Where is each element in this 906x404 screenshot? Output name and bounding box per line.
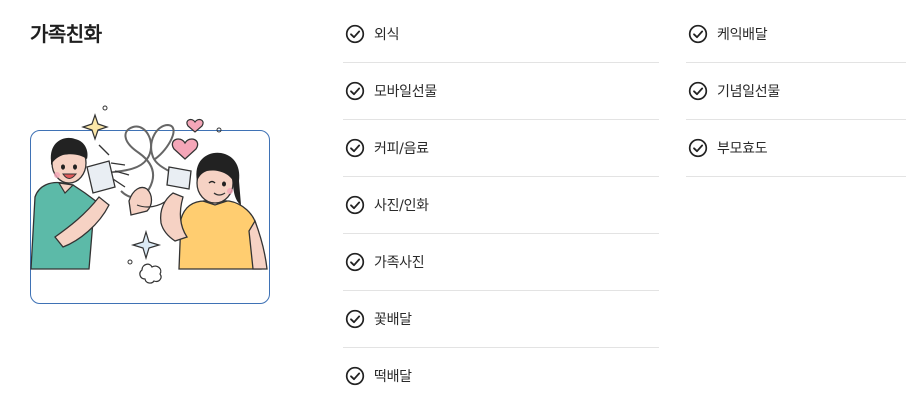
category-item-mobile-gift[interactable]: 모바일선물 <box>343 63 659 120</box>
check-circle-icon <box>345 24 365 44</box>
category-item-dining[interactable]: 외식 <box>343 6 659 63</box>
category-label: 가족사진 <box>374 255 425 271</box>
category-item-parents-care[interactable]: 부모효도 <box>686 120 906 177</box>
check-circle-icon <box>688 138 708 158</box>
check-circle-icon <box>345 309 365 329</box>
check-circle-icon <box>345 138 365 158</box>
check-circle-icon <box>688 81 708 101</box>
family-illustration <box>29 101 271 305</box>
check-circle-icon <box>345 195 365 215</box>
category-item-family-photo[interactable]: 가족사진 <box>343 234 659 291</box>
string-phone-couple-illustration <box>30 105 268 284</box>
category-label: 기념일선물 <box>717 84 780 100</box>
category-label: 사진/인화 <box>374 198 429 214</box>
category-item-rice-cake-delivery[interactable]: 떡배달 <box>343 348 659 404</box>
category-label: 부모효도 <box>717 141 768 157</box>
category-item-photo-print[interactable]: 사진/인화 <box>343 177 659 234</box>
category-item-flower-delivery[interactable]: 꽃배달 <box>343 291 659 348</box>
check-circle-icon <box>688 24 708 44</box>
check-circle-icon <box>345 366 365 386</box>
category-label: 모바일선물 <box>374 84 437 100</box>
category-column-2: 케익배달 기념일선물 부모효도 <box>686 6 906 177</box>
category-item-coffee[interactable]: 커피/음료 <box>343 120 659 177</box>
check-circle-icon <box>345 252 365 272</box>
section-title: 가족친화 <box>30 22 102 46</box>
category-label: 떡배달 <box>374 369 412 385</box>
category-item-cake-delivery[interactable]: 케익배달 <box>686 6 906 63</box>
category-label: 커피/음료 <box>374 141 429 157</box>
category-label: 케익배달 <box>717 27 768 43</box>
check-circle-icon <box>345 81 365 101</box>
category-column-1: 외식 모바일선물 커피/음료 사진/인화 가족사진 꽃배달 떡배달 <box>343 6 659 404</box>
category-label: 외식 <box>374 27 400 43</box>
category-item-anniversary-gift[interactable]: 기념일선물 <box>686 63 906 120</box>
category-label: 꽃배달 <box>374 312 412 328</box>
